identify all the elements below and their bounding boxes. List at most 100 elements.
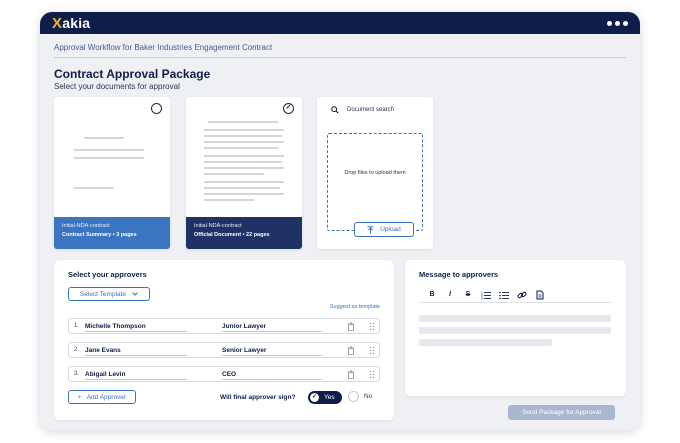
suggest-template-link[interactable]: Suggest as template: [330, 304, 380, 310]
selected-check-icon[interactable]: ✓: [283, 103, 294, 114]
main-content: Approval Workflow for Baker Industries E…: [40, 34, 640, 430]
approver-row[interactable]: 1. Michelle Thompson Junior Lawyer: [68, 318, 380, 334]
upload-button-label: Upload: [380, 226, 401, 233]
final-sign-question: Will final approver sign?: [220, 394, 296, 401]
page-title: Contract Approval Package: [54, 67, 211, 81]
plus-icon: +: [77, 393, 82, 401]
doc-preview-line: [204, 199, 254, 201]
doc-preview-line: [74, 187, 114, 189]
title-bar: Xakia: [40, 12, 640, 34]
trash-icon[interactable]: [347, 322, 355, 331]
doc-preview-line: [204, 135, 282, 137]
document-card[interactable]: ✓ Initial-NDA-contract Official Document…: [186, 97, 302, 249]
document-card[interactable]: Initial-NDA-contract Contract Summary • …: [54, 97, 170, 249]
upload-card: Document search Drop files to upload the…: [317, 97, 433, 249]
doc-preview-line: [204, 161, 282, 163]
doc-preview-line: [74, 157, 144, 159]
add-approver-label: Add Approver: [86, 393, 127, 401]
doc-preview-line: [84, 137, 124, 139]
drag-handle-icon[interactable]: [369, 322, 375, 331]
page-subtitle: Select your documents for approval: [54, 82, 180, 91]
doc-preview-line: [208, 121, 278, 123]
document-card-footer: Initial-NDA-contract Contract Summary • …: [54, 217, 170, 249]
approver-name-field[interactable]: Michelle Thompson: [85, 323, 146, 330]
field-underline: [85, 379, 187, 380]
breadcrumb-divider: [54, 57, 626, 58]
send-package-button[interactable]: Send Package for Approval: [508, 405, 615, 420]
doc-preview-line: [204, 193, 284, 195]
doc-preview-line: [204, 141, 284, 143]
breadcrumb[interactable]: Approval Workflow for Baker Industries E…: [54, 43, 272, 52]
field-underline: [222, 379, 322, 380]
message-panel: Message to approvers B I S 123: [405, 260, 626, 396]
more-dots-icon[interactable]: [607, 20, 628, 26]
italic-button[interactable]: I: [445, 290, 455, 300]
attachment-icon[interactable]: [535, 290, 545, 300]
document-filename: Initial-NDA-contract: [62, 223, 110, 229]
document-card-footer: Initial-NDA-contract Official Document •…: [186, 217, 302, 249]
doc-preview-line: [204, 129, 284, 131]
field-underline: [85, 355, 187, 356]
dropzone-text: Drop files to upload them: [344, 170, 406, 176]
field-underline: [85, 331, 187, 332]
doc-preview-line: [204, 173, 264, 175]
approver-role-field[interactable]: Junior Lawyer: [222, 323, 266, 330]
approver-number: 2.: [74, 347, 80, 353]
chevron-down-icon: [132, 292, 138, 296]
rich-text-toolbar: B I S 123: [419, 287, 612, 303]
link-icon[interactable]: [517, 290, 527, 300]
approvers-title: Select your approvers: [68, 270, 147, 279]
trash-icon[interactable]: [347, 346, 355, 355]
document-search[interactable]: Document search: [331, 106, 394, 114]
doc-preview-line: [204, 187, 280, 189]
select-template-button[interactable]: Select Template: [68, 287, 150, 301]
svg-text:3: 3: [481, 296, 483, 300]
logo-accent: X: [52, 14, 63, 32]
bold-button[interactable]: B: [427, 290, 437, 300]
no-label: No: [364, 393, 373, 400]
message-placeholder-line: [419, 327, 611, 334]
approver-number: 3.: [74, 371, 80, 377]
document-meta: Contract Summary • 3 pages: [62, 232, 137, 238]
approver-row[interactable]: 2. Jane Evans Senior Lawyer: [68, 342, 380, 358]
approver-row[interactable]: 3. Abigail Levin CEO: [68, 366, 380, 382]
doc-preview-line: [74, 149, 144, 151]
doc-preview-line: [204, 147, 278, 149]
add-approver-button[interactable]: + Add Approver: [68, 390, 136, 404]
message-title: Message to approvers: [419, 270, 499, 279]
ordered-list-icon[interactable]: 123: [481, 290, 491, 300]
select-radio-icon[interactable]: [151, 103, 162, 114]
logo-text: akia: [62, 15, 91, 31]
bullet-list-icon[interactable]: [499, 290, 509, 300]
search-icon: [331, 106, 339, 114]
approvers-panel: Select your approvers Select Template Su…: [54, 260, 394, 420]
final-sign-no-option[interactable]: No: [348, 391, 372, 402]
search-placeholder: Document search: [347, 107, 395, 113]
radio-icon: [348, 391, 359, 402]
app-window: Xakia Approval Workflow for Baker Indust…: [40, 12, 640, 430]
doc-preview-line: [204, 181, 284, 183]
message-placeholder-line: [419, 315, 611, 322]
drag-handle-icon[interactable]: [369, 370, 375, 379]
approver-name-field[interactable]: Abigail Levin: [85, 371, 125, 378]
strikethrough-button[interactable]: S: [463, 290, 473, 300]
upload-button[interactable]: Upload: [354, 222, 414, 237]
final-sign-yes-toggle[interactable]: ✓ Yes: [308, 391, 342, 404]
approver-name-field[interactable]: Jane Evans: [85, 347, 121, 354]
check-icon: ✓: [310, 393, 319, 402]
select-template-label: Select Template: [79, 290, 127, 298]
upload-icon: [367, 225, 374, 233]
approver-number: 1.: [74, 323, 80, 329]
document-filename: Initial-NDA-contract: [194, 223, 242, 229]
trash-icon[interactable]: [347, 370, 355, 379]
field-underline: [222, 355, 322, 356]
app-logo: Xakia: [52, 15, 90, 32]
approver-role-field[interactable]: Senior Lawyer: [222, 347, 266, 354]
file-dropzone[interactable]: Drop files to upload them Upload: [327, 133, 423, 237]
document-meta: Official Document • 22 pages: [194, 232, 270, 238]
approver-role-field[interactable]: CEO: [222, 371, 236, 378]
message-placeholder-line: [419, 339, 552, 346]
doc-preview-line: [204, 167, 284, 169]
doc-preview-line: [204, 155, 284, 157]
drag-handle-icon[interactable]: [369, 346, 375, 355]
